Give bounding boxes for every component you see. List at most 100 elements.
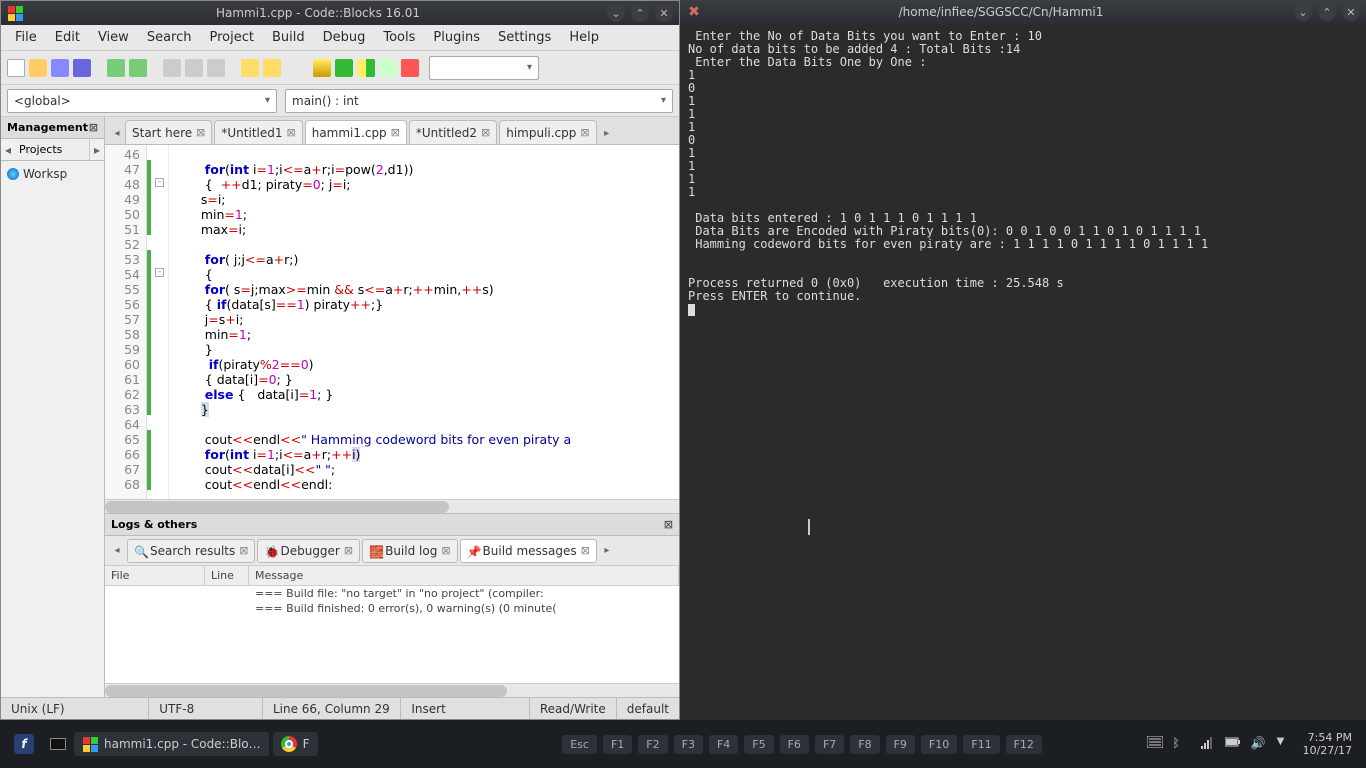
codeblocks-app-icon [7,5,23,21]
log-tab-scroll-right[interactable]: ▸ [599,540,615,562]
paste-icon[interactable] [207,59,225,77]
battery-tray-icon[interactable] [1225,736,1241,752]
editor-tab[interactable]: himpuli.cpp⊠ [499,120,596,144]
build-message-row[interactable]: === Build finished: 0 error(s), 0 warnin… [105,601,679,616]
mgmt-tab-scroll-right[interactable]: ▸ [90,139,104,160]
tab-scroll-right[interactable]: ▸ [599,122,615,144]
mgmt-tab-scroll-left[interactable]: ◂ [1,139,15,160]
menu-item-file[interactable]: File [7,28,45,47]
new-file-icon[interactable] [7,59,25,77]
build-icon[interactable] [313,59,331,77]
log-tab-close-icon[interactable]: ⊠ [441,544,450,557]
tab-close-icon[interactable]: ⊠ [196,126,205,139]
tab-close-icon[interactable]: ⊠ [580,126,589,139]
menu-item-plugins[interactable]: Plugins [425,28,488,47]
keyboard-tray-icon[interactable] [1147,736,1163,752]
build-target-combo[interactable]: ▾ [429,56,539,80]
log-tab-scroll-left[interactable]: ◂ [109,540,125,562]
abort-icon[interactable] [401,59,419,77]
status-readwrite: Read/Write [530,698,617,719]
build-run-icon[interactable] [357,59,375,77]
logs-close-icon[interactable]: ⊠ [664,518,673,531]
redo-icon[interactable] [129,59,147,77]
log-tab-close-icon[interactable]: ⊠ [239,544,248,557]
rebuild-icon[interactable] [379,59,397,77]
bluetooth-tray-icon[interactable]: ᛒ [1173,736,1189,752]
terminal-titlebar: ✖ /home/infiee/SGGSCC/Cn/Hammi1 ⌄ ⌃ ✕ [680,0,1366,24]
log-tab[interactable]: 🐞Debugger⊠ [257,539,360,563]
fkey-indicator: F11 [963,735,999,754]
fold-column[interactable]: -- [151,145,169,499]
log-tab[interactable]: 🧱Build log⊠ [362,539,457,563]
tab-close-icon[interactable]: ⊠ [391,126,400,139]
menu-item-search[interactable]: Search [139,28,200,47]
mgmt-tab-projects[interactable]: Projects [15,139,90,160]
log-tab-close-icon[interactable]: ⊠ [581,544,590,557]
menu-item-settings[interactable]: Settings [490,28,559,47]
terminal-launcher[interactable] [42,734,74,754]
menu-item-build[interactable]: Build [264,28,313,47]
menu-item-view[interactable]: View [90,28,137,47]
build-message-row[interactable]: === Build file: "no target" in "no proje… [105,586,679,601]
save-icon[interactable] [51,59,69,77]
undo-icon[interactable] [107,59,125,77]
chrome-icon [281,736,297,752]
logs-horizontal-scrollbar[interactable] [105,683,679,697]
copy-icon[interactable] [185,59,203,77]
fkey-indicator-row: EscF1F2F3F4F5F6F7F8F9F10F11F12 [458,735,1147,754]
volume-tray-icon[interactable]: 🔊 [1251,736,1267,752]
replace-icon[interactable] [263,59,281,77]
editor-tab[interactable]: Start here⊠ [125,120,212,144]
function-combo[interactable]: main() : int▾ [285,89,673,113]
scope-combo[interactable]: <global>▾ [7,89,277,113]
term-close-button[interactable]: ✕ [1342,3,1360,21]
activities-button[interactable]: f [6,730,42,758]
workspace-tree-root[interactable]: Worksp [7,167,98,181]
editor-tab[interactable]: hammi1.cpp⊠ [305,120,407,144]
save-all-icon[interactable] [73,59,91,77]
term-minimize-button[interactable]: ⌄ [1294,3,1312,21]
log-tab[interactable]: 🔍Search results⊠ [127,539,255,563]
tab-close-icon[interactable]: ⊠ [287,126,296,139]
text-cursor-icon [808,519,810,535]
log-header-file[interactable]: File [105,566,205,585]
editor-tab[interactable]: *Untitled1⊠ [214,120,302,144]
tab-scroll-left[interactable]: ◂ [109,122,125,144]
management-panel-title: Management [7,121,88,134]
log-tab-icon: 🔍 [134,545,146,557]
ide-minimize-button[interactable]: ⌄ [607,4,625,22]
tab-close-icon[interactable]: ⊠ [481,126,490,139]
log-header-message[interactable]: Message [249,566,679,585]
ide-toolbar: ▾ [1,51,679,85]
editor-tab[interactable]: *Untitled2⊠ [409,120,497,144]
ide-maximize-button[interactable]: ⌃ [631,4,649,22]
menu-item-tools[interactable]: Tools [375,28,423,47]
log-tab-close-icon[interactable]: ⊠ [344,544,353,557]
fkey-indicator: F4 [709,735,738,754]
management-close-icon[interactable]: ⊠ [89,121,98,134]
taskbar-item-codeblocks[interactable]: hammi1.cpp - Code::Blo… [74,732,269,756]
taskbar-item-chrome[interactable]: F [273,732,318,756]
terminal-output[interactable]: Enter the No of Data Bits you want to En… [680,24,1366,720]
status-cursor-position: Line 66, Column 29 [263,698,401,719]
log-header-line[interactable]: Line [205,566,249,585]
network-tray-icon[interactable] [1199,736,1215,752]
menu-item-help[interactable]: Help [561,28,607,47]
terminal-app-icon: ✖ [686,4,702,20]
code-editor[interactable]: for(int i=1;i<=a+r;i=pow(2,d1)) { ++d1; … [169,145,679,499]
term-maximize-button[interactable]: ⌃ [1318,3,1336,21]
log-tab[interactable]: 📌Build messages⊠ [460,539,597,563]
ide-close-button[interactable]: ✕ [655,4,673,22]
run-icon[interactable] [335,59,353,77]
dropdown-tray-icon[interactable]: ▼ [1277,736,1293,752]
terminal-icon [50,738,66,750]
editor-horizontal-scrollbar[interactable] [105,499,679,513]
menu-item-edit[interactable]: Edit [47,28,88,47]
menu-item-debug[interactable]: Debug [315,28,374,47]
taskbar-clock[interactable]: 7:54 PM 10/27/17 [1303,731,1352,757]
fkey-indicator: F9 [886,735,915,754]
find-icon[interactable] [241,59,259,77]
cut-icon[interactable] [163,59,181,77]
menu-item-project[interactable]: Project [201,28,261,47]
open-file-icon[interactable] [29,59,47,77]
